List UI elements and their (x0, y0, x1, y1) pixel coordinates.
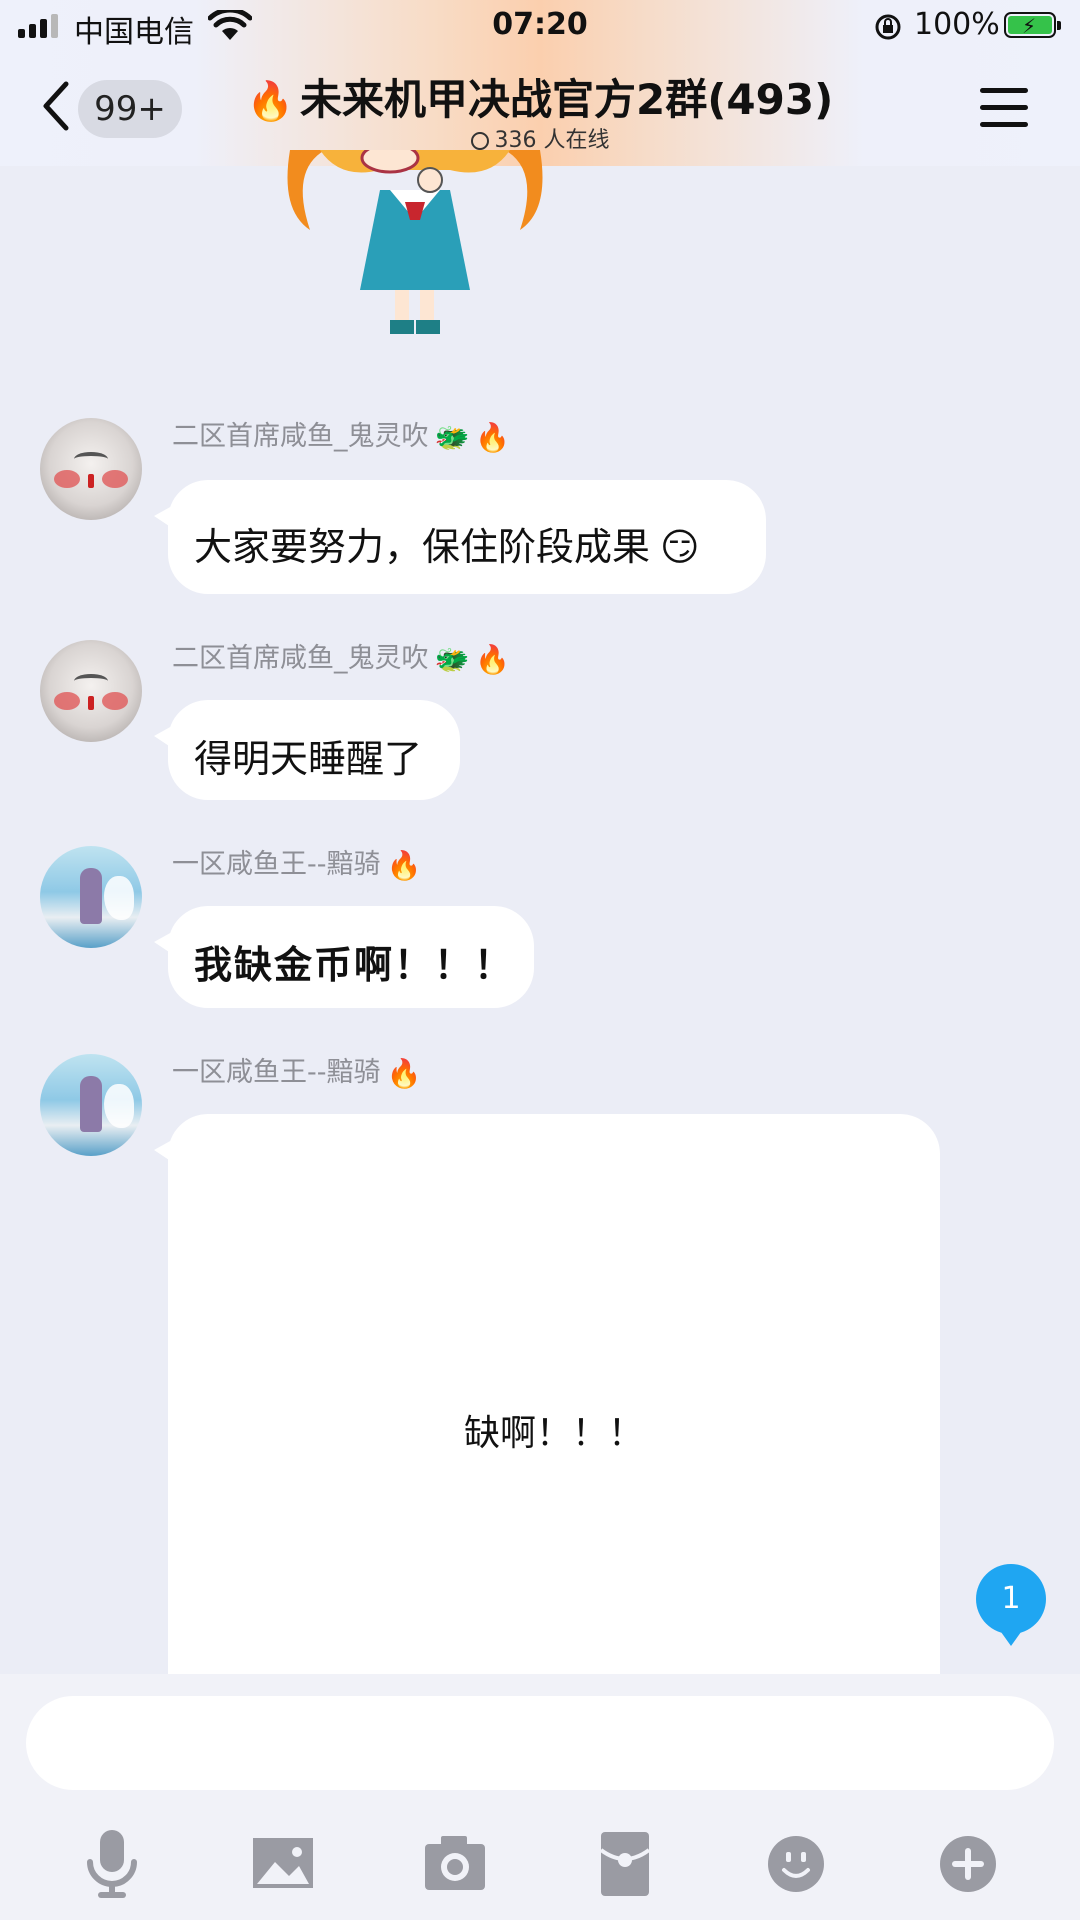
message-text: 大家要努力，保住阶段成果 (194, 525, 651, 569)
group-title: 🔥 未来机甲决战官方2群(493) (0, 66, 1080, 127)
fire-badge-icon: 🔥 (386, 849, 422, 882)
smirk-emoji: 😏 (660, 525, 700, 569)
message-text: 得明天睡醒了 (194, 737, 423, 781)
input-toolbar (0, 1824, 1080, 1904)
sender-name-text: 二区首席咸鱼_鬼灵吹 (172, 421, 429, 452)
sender-name: 二区首席咸鱼_鬼灵吹 🐲 🔥 (172, 414, 510, 454)
avatar[interactable] (40, 846, 142, 948)
avatar[interactable] (40, 640, 142, 742)
fire-badge-icon: 🔥 (386, 1057, 422, 1090)
message-bubble[interactable]: 缺啊！！！ (154, 1114, 940, 1674)
top-bar: 中国电信 07:20 100% ⚡ 99+ 🔥 未来机甲决战官方2群(493) 3… (0, 0, 1080, 166)
battery-icon: ⚡ (1004, 12, 1061, 38)
mic-icon[interactable] (72, 1824, 152, 1904)
sender-name-text: 一区咸鱼王--黯骑 (172, 1057, 381, 1088)
new-message-badge[interactable]: 1 (976, 1564, 1046, 1646)
camera-icon[interactable] (415, 1824, 495, 1904)
message-bubble[interactable]: 得明天睡醒了 (154, 700, 460, 800)
dragon-badge-icon: 🐲 (434, 421, 470, 454)
sender-name-text: 二区首席咸鱼_鬼灵吹 (172, 643, 429, 674)
sender-name-text: 一区咸鱼王--黯骑 (172, 849, 381, 880)
message-bubble[interactable]: 大家要努力，保住阶段成果 😏 (154, 480, 766, 594)
menu-line (980, 88, 1028, 93)
plus-icon[interactable] (928, 1824, 1008, 1904)
red-packet-icon[interactable] (585, 1824, 665, 1904)
dragon-badge-icon: 🐲 (434, 643, 470, 676)
fire-badge-icon: 🔥 (475, 421, 511, 454)
cartoon-girl-sticker[interactable] (280, 150, 550, 340)
fire-badge-icon: 🔥 (475, 643, 511, 676)
menu-line (980, 105, 1028, 110)
menu-line (980, 122, 1028, 127)
online-status-icon (470, 132, 489, 150)
sender-name: 二区首席咸鱼_鬼灵吹 🐲 🔥 (172, 636, 510, 676)
image-icon[interactable] (243, 1824, 323, 1904)
avatar[interactable] (40, 1054, 142, 1156)
input-bar (0, 1674, 1080, 1920)
sender-name: 一区咸鱼王--黯骑 🔥 (172, 842, 421, 882)
fire-icon: 🔥 (246, 79, 295, 123)
group-title-text: 未来机甲决战官方2群(493) (300, 75, 834, 124)
sender-name: 一区咸鱼王--黯骑 🔥 (172, 1050, 421, 1090)
message-bubble[interactable]: 我缺金币啊！！！ (154, 906, 534, 1008)
avatar[interactable] (40, 418, 142, 520)
rotation-lock-icon (875, 14, 901, 40)
message-text: 我缺金币啊！！！ (194, 942, 515, 987)
message-text: 缺啊！！！ (463, 1413, 644, 1454)
status-bar: 中国电信 07:20 100% ⚡ (0, 0, 1080, 54)
menu-button[interactable] (980, 88, 1028, 128)
battery-percent: 100% (914, 7, 1000, 42)
emoji-icon[interactable] (756, 1824, 836, 1904)
message-input[interactable] (26, 1696, 1054, 1790)
